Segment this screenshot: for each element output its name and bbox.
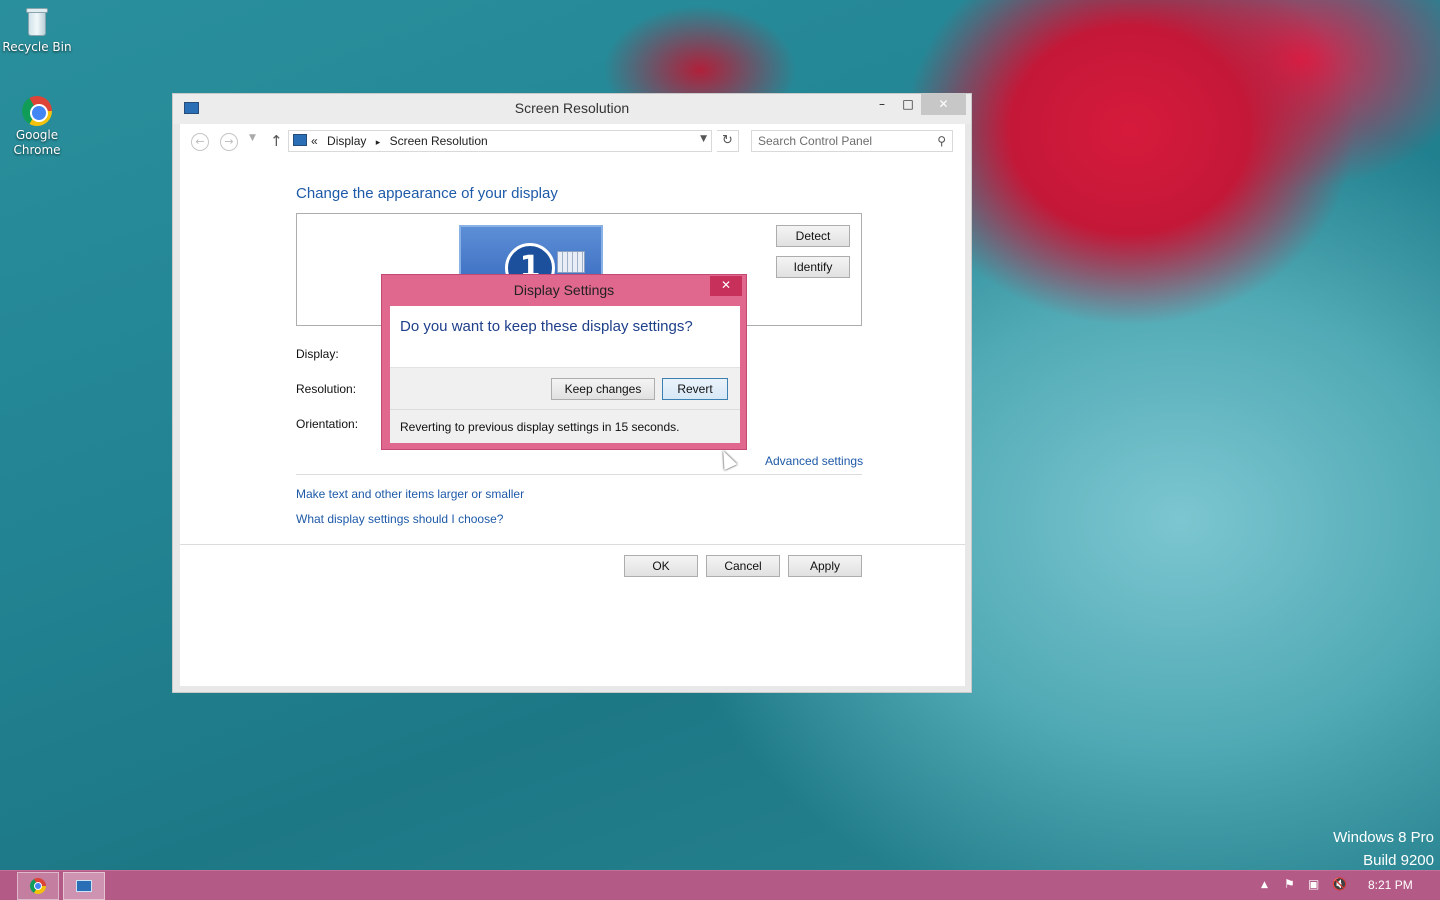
watermark-build: Build 9200 [1363,852,1434,869]
revert-button[interactable]: Revert [662,378,728,400]
refresh-button[interactable]: ↻ [717,130,739,152]
address-bar-row: ← → ▼ ↑ « Display ▸ Screen Resolution ▼ … [180,124,965,160]
display-app-icon [76,880,92,892]
orientation-label: Orientation: [296,417,359,431]
page-heading: Change the appearance of your display [296,185,558,202]
help-link[interactable]: What display settings should I choose? [296,512,503,526]
maximize-button[interactable]: □ [895,94,921,115]
recycle-bin-icon [24,6,50,38]
network-icon[interactable]: ▣ [1308,877,1319,891]
breadcrumb-separator-icon[interactable]: ▸ [376,137,381,147]
search-icon[interactable]: ⚲ [937,134,946,148]
windows-watermark: Windows 8 Pro Build 9200 [1333,826,1434,872]
text-size-link[interactable]: Make text and other items larger or smal… [296,487,524,501]
apply-button[interactable]: Apply [788,555,862,577]
taskbar-screen-resolution-button[interactable] [63,872,105,900]
chrome-icon [30,878,46,894]
footer-divider [180,544,965,545]
show-hidden-icons-icon[interactable]: ▲ [1261,880,1268,890]
keep-changes-button[interactable]: Keep changes [551,378,655,400]
resolution-label: Resolution: [296,382,357,396]
chrome-label: Google Chrome [13,128,61,157]
forward-button[interactable]: → [220,133,238,151]
up-button[interactable]: ↑ [270,132,283,150]
recycle-bin-label: Recycle Bin [2,40,72,54]
breadcrumb-screen-resolution[interactable]: Screen Resolution [390,134,488,148]
search-input[interactable] [758,133,928,149]
desktop-icon-recycle-bin[interactable]: Recycle Bin [0,6,74,55]
advanced-settings-link[interactable]: Advanced settings [765,454,863,468]
breadcrumb-display[interactable]: Display [327,134,366,148]
detect-button[interactable]: Detect [776,225,850,247]
watermark-edition: Windows 8 Pro [1333,829,1434,846]
close-button[interactable]: ✕ [921,94,966,115]
window-title: Screen Resolution [514,100,630,116]
desktop-icon-google-chrome[interactable]: Google Chrome [0,96,74,158]
volume-muted-icon[interactable]: 🔇 [1332,877,1347,891]
dialog-title: Display Settings [513,282,615,298]
address-bar[interactable]: « Display ▸ Screen Resolution ▼ [288,130,712,152]
back-button[interactable]: ← [191,133,209,151]
dialog-close-button[interactable]: ✕ [710,276,742,296]
dialog-actions: Keep changes Revert [390,367,740,409]
control-panel-icon [293,134,307,146]
dialog-question: Do you want to keep these display settin… [400,318,693,335]
taskbar: ▲ ⚑ ▣ 🔇 8:21 PM [0,870,1440,900]
display-label: Display: [296,347,339,361]
minimize-button[interactable]: – [869,94,895,115]
title-bar[interactable]: Screen Resolution – □ ✕ [173,94,971,124]
divider [296,474,862,475]
breadcrumb: « Display ▸ Screen Resolution [311,134,494,148]
identify-button[interactable]: Identify [776,256,850,278]
search-field[interactable]: ⚲ [751,130,953,152]
monitor-grid-icon [557,251,585,273]
cancel-button[interactable]: Cancel [706,555,780,577]
revert-countdown: Reverting to previous display settings i… [390,409,740,443]
taskbar-chrome-button[interactable] [17,872,59,900]
ok-button[interactable]: OK [624,555,698,577]
clock[interactable]: 8:21 PM [1368,878,1413,892]
recent-pages-dropdown[interactable]: ▼ [249,133,256,143]
display-settings-dialog: Display Settings ✕ Do you want to keep t… [381,274,747,450]
breadcrumb-overflow[interactable]: « [311,134,318,148]
action-center-flag-icon[interactable]: ⚑ [1284,877,1295,891]
chrome-icon [22,96,52,126]
address-dropdown-icon[interactable]: ▼ [700,134,707,144]
dialog-body: Do you want to keep these display settin… [390,306,740,443]
